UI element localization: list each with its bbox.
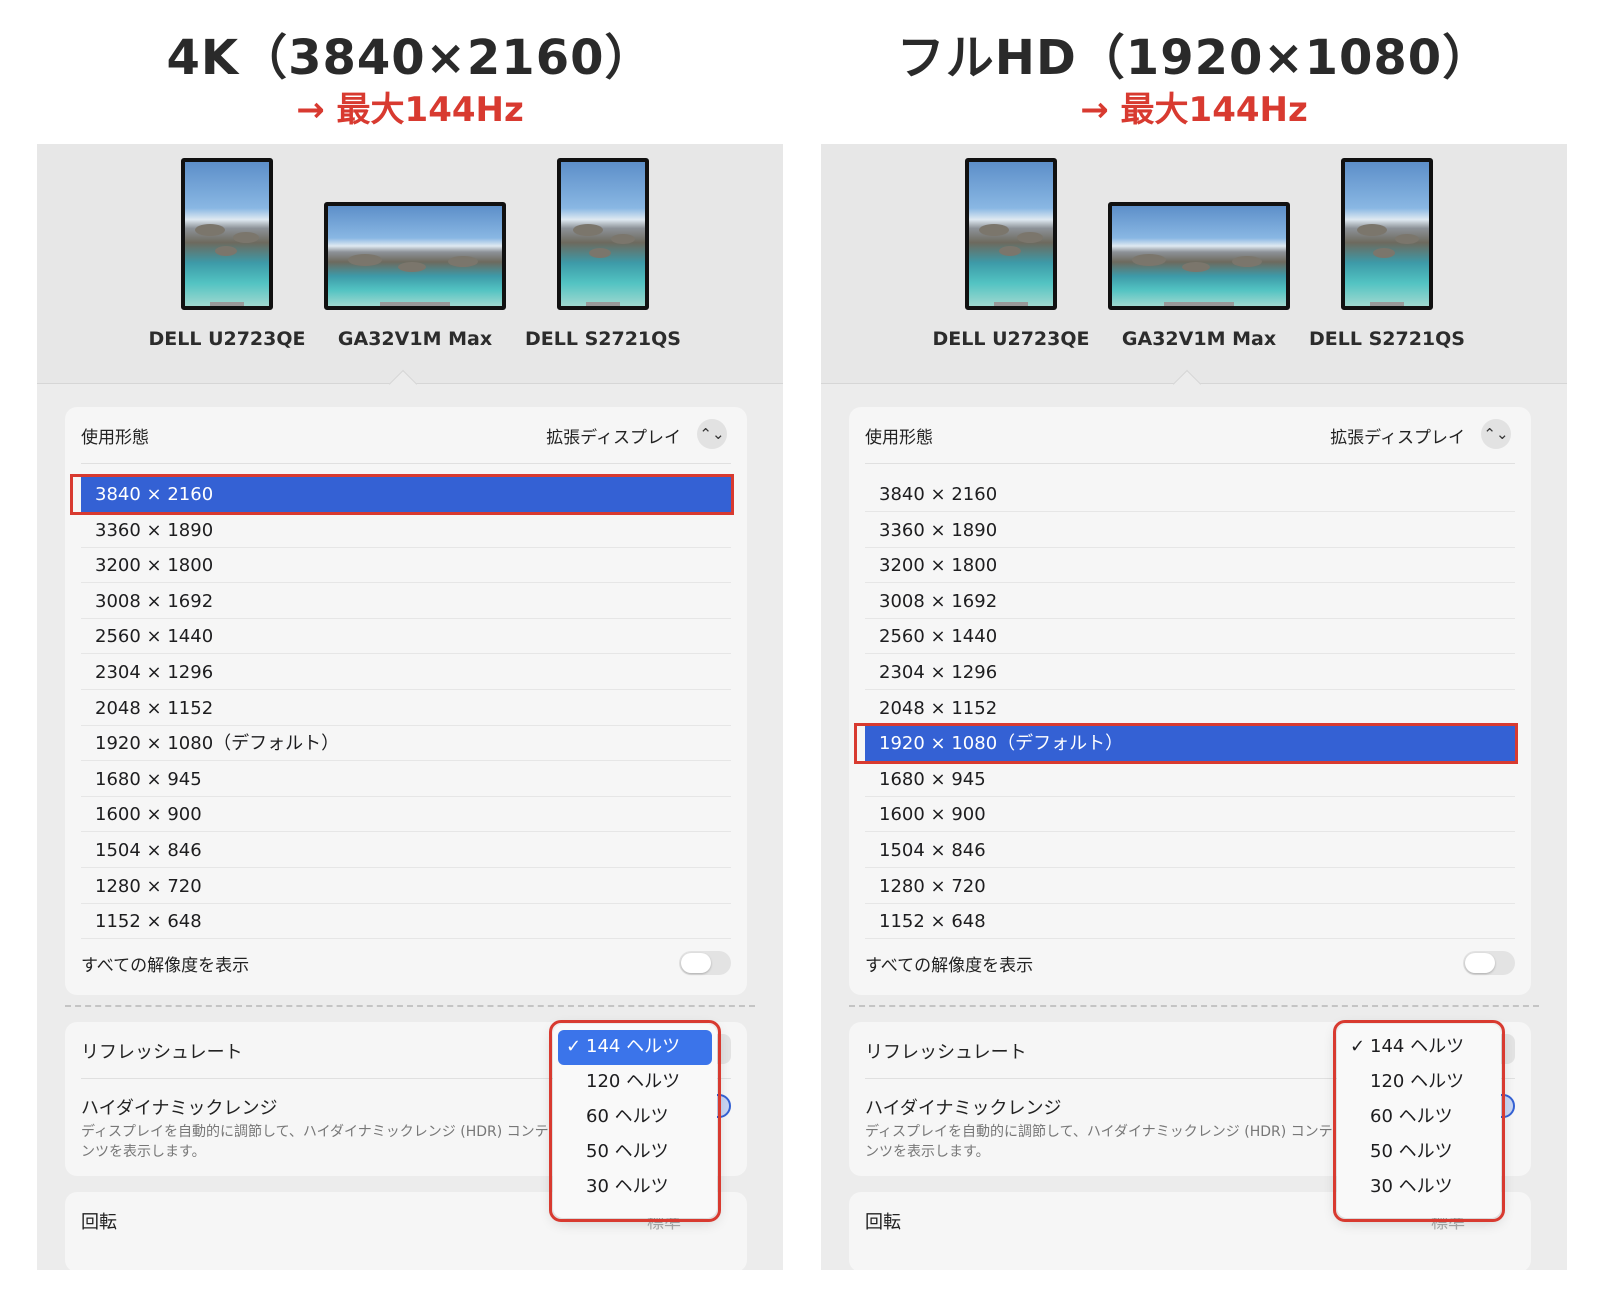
resolution-option[interactable]: 3008 × 1692	[81, 584, 731, 619]
dashed-separator	[849, 1005, 1539, 1007]
resolution-option[interactable]: 3840 × 2160	[865, 477, 1515, 512]
usage-mode-value[interactable]: 拡張ディスプレイ	[1330, 423, 1465, 448]
display-thumbnail-3[interactable]	[1341, 158, 1433, 310]
display-label-1: DELL U2723QE	[932, 328, 1090, 350]
resolution-option[interactable]: 1920 × 1080（デフォルト）	[81, 726, 731, 762]
resolution-option[interactable]: 1680 × 945	[865, 762, 1515, 797]
refresh-rate-option[interactable]: 30 ヘルツ	[558, 1170, 712, 1205]
refresh-rate-menu: ✓ 144 ヘルツ 120 ヘルツ 60 ヘルツ 50 ヘルツ 30 ヘルツ	[1337, 1024, 1501, 1218]
refresh-rate-option-label: 144 ヘルツ	[586, 1036, 681, 1057]
refresh-rate-label: リフレッシュレート	[81, 1042, 243, 1063]
display-label-3: DELL S2721QS	[1309, 328, 1465, 350]
refresh-rate-option[interactable]: ✓ 144 ヘルツ	[558, 1030, 712, 1065]
refresh-rate-option[interactable]: 50 ヘルツ	[1342, 1135, 1496, 1170]
panel-fullhd: フルHD（1920×1080） → 最大144Hz DELL U2723QE G…	[821, 0, 1567, 1301]
refresh-rate-option-label: 30 ヘルツ	[1370, 1176, 1453, 1197]
resolution-option[interactable]: 1680 × 945	[81, 762, 731, 797]
panel-heading: フルHD（1920×1080）	[896, 30, 1492, 86]
refresh-rate-option-label: 120 ヘルツ	[1370, 1071, 1465, 1092]
divider	[81, 463, 731, 464]
rotation-label: 回転	[81, 1212, 117, 1233]
display-settings-screenshot: DELL U2723QE GA32V1M Max DELL S2721QS 使用…	[821, 144, 1567, 1270]
resolution-option[interactable]: 2560 × 1440	[865, 619, 1515, 655]
checkmark-icon: ✓	[1350, 1036, 1366, 1057]
display-label-1: DELL U2723QE	[148, 328, 306, 350]
refresh-rate-option-label: 60 ヘルツ	[1370, 1106, 1453, 1127]
hdr-label: ハイダイナミックレンジ	[81, 1098, 278, 1119]
refresh-rate-option[interactable]: 60 ヘルツ	[1342, 1100, 1496, 1135]
hdr-description: ディスプレイを自動的に調節して、ハイダイナミックレンジ (HDR) コンテンツを…	[865, 1124, 1333, 1160]
resolution-option[interactable]: 2048 × 1152	[865, 691, 1515, 726]
panel-subheading: → 最大144Hz	[1080, 90, 1308, 130]
divider	[865, 463, 1515, 464]
refresh-rate-option-label: 144 ヘルツ	[1370, 1036, 1465, 1057]
refresh-rate-menu: ✓ 144 ヘルツ 120 ヘルツ 60 ヘルツ 50 ヘルツ 30 ヘルツ	[553, 1024, 717, 1218]
panel-heading: 4K（3840×2160）	[166, 30, 654, 86]
resolution-option-selected[interactable]: 1920 × 1080（デフォルト）	[865, 726, 1515, 762]
hdr-description: ディスプレイを自動的に調節して、ハイダイナミックレンジ (HDR) コンテンツを…	[81, 1124, 549, 1160]
refresh-rate-option-label: 60 ヘルツ	[586, 1106, 669, 1127]
display-label-2: GA32V1M Max	[1121, 328, 1277, 350]
refresh-rate-option[interactable]: 120 ヘルツ	[1342, 1065, 1496, 1100]
usage-mode-label: 使用形態	[865, 428, 933, 448]
show-all-resolutions-toggle[interactable]	[1463, 951, 1515, 975]
usage-mode-value[interactable]: 拡張ディスプレイ	[546, 423, 681, 448]
refresh-rate-option[interactable]: 50 ヘルツ	[558, 1135, 712, 1170]
resolution-option[interactable]: 2560 × 1440	[81, 619, 731, 655]
refresh-rate-option-label: 30 ヘルツ	[586, 1176, 669, 1197]
resolution-option[interactable]: 1600 × 900	[81, 797, 731, 833]
resolution-option[interactable]: 3008 × 1692	[865, 584, 1515, 619]
resolution-option[interactable]: 1152 × 648	[81, 904, 731, 940]
hdr-label: ハイダイナミックレンジ	[865, 1098, 1062, 1119]
display-label-3: DELL S2721QS	[525, 328, 681, 350]
show-all-resolutions-toggle[interactable]	[679, 951, 731, 975]
refresh-rate-option-label: 50 ヘルツ	[586, 1141, 669, 1162]
resolution-option[interactable]: 2304 × 1296	[81, 655, 731, 690]
resolution-option[interactable]: 1504 × 846	[865, 833, 1515, 868]
refresh-rate-option-label: 120 ヘルツ	[586, 1071, 681, 1092]
resolution-option[interactable]: 1152 × 648	[865, 904, 1515, 940]
panel-subheading: → 最大144Hz	[296, 90, 524, 130]
resolution-option[interactable]: 1280 × 720	[865, 869, 1515, 904]
resolution-option[interactable]: 3200 × 1800	[865, 548, 1515, 584]
refresh-rate-option[interactable]: 60 ヘルツ	[558, 1100, 712, 1135]
display-thumbnail-1[interactable]	[181, 158, 273, 310]
resolution-option[interactable]: 1504 × 846	[81, 833, 731, 868]
resolution-option[interactable]: 1280 × 720	[81, 869, 731, 904]
display-arrangement: DELL U2723QE GA32V1M Max DELL S2721QS	[37, 144, 783, 384]
resolution-card: 使用形態 拡張ディスプレイ ⌃⌄ 3840 × 2160 3360 × 1890 3…	[65, 407, 747, 995]
refresh-rate-option[interactable]: ✓ 144 ヘルツ	[1342, 1030, 1496, 1065]
display-thumbnail-2[interactable]	[324, 202, 506, 310]
display-settings-screenshot: DELL U2723QE GA32V1M Max DELL S2721QS 使用…	[37, 144, 783, 1270]
chevron-updown-icon[interactable]: ⌃⌄	[697, 419, 727, 449]
show-all-resolutions-label: すべての解像度を表示	[81, 956, 250, 976]
display-thumbnail-1[interactable]	[965, 158, 1057, 310]
checkmark-icon: ✓	[566, 1036, 582, 1057]
dashed-separator	[65, 1005, 755, 1007]
resolution-card: 使用形態 拡張ディスプレイ ⌃⌄ 3840 × 2160 3360 × 1890 3…	[849, 407, 1531, 995]
resolution-option[interactable]: 3360 × 1890	[865, 513, 1515, 548]
display-arrangement: DELL U2723QE GA32V1M Max DELL S2721QS	[821, 144, 1567, 384]
resolution-option[interactable]: 1600 × 900	[865, 797, 1515, 833]
show-all-resolutions-label: すべての解像度を表示	[865, 956, 1034, 976]
resolution-option[interactable]: 2304 × 1296	[865, 655, 1515, 690]
resolution-option[interactable]: 3360 × 1890	[81, 513, 731, 548]
display-thumbnail-2[interactable]	[1108, 202, 1290, 310]
refresh-rate-label: リフレッシュレート	[865, 1042, 1027, 1063]
resolution-option[interactable]: 2048 × 1152	[81, 691, 731, 726]
chevron-updown-icon[interactable]: ⌃⌄	[1481, 419, 1511, 449]
rotation-label: 回転	[865, 1212, 901, 1233]
resolution-option[interactable]: 3200 × 1800	[81, 548, 731, 584]
display-thumbnail-3[interactable]	[557, 158, 649, 310]
refresh-rate-option[interactable]: 30 ヘルツ	[1342, 1170, 1496, 1205]
display-label-2: GA32V1M Max	[337, 328, 493, 350]
panel-4k: 4K（3840×2160） → 最大144Hz DELL U2723QE GA3…	[37, 0, 783, 1301]
refresh-rate-option[interactable]: 120 ヘルツ	[558, 1065, 712, 1100]
resolution-option-selected[interactable]: 3840 × 2160	[81, 477, 731, 512]
usage-mode-label: 使用形態	[81, 428, 149, 448]
refresh-rate-option-label: 50 ヘルツ	[1370, 1141, 1453, 1162]
